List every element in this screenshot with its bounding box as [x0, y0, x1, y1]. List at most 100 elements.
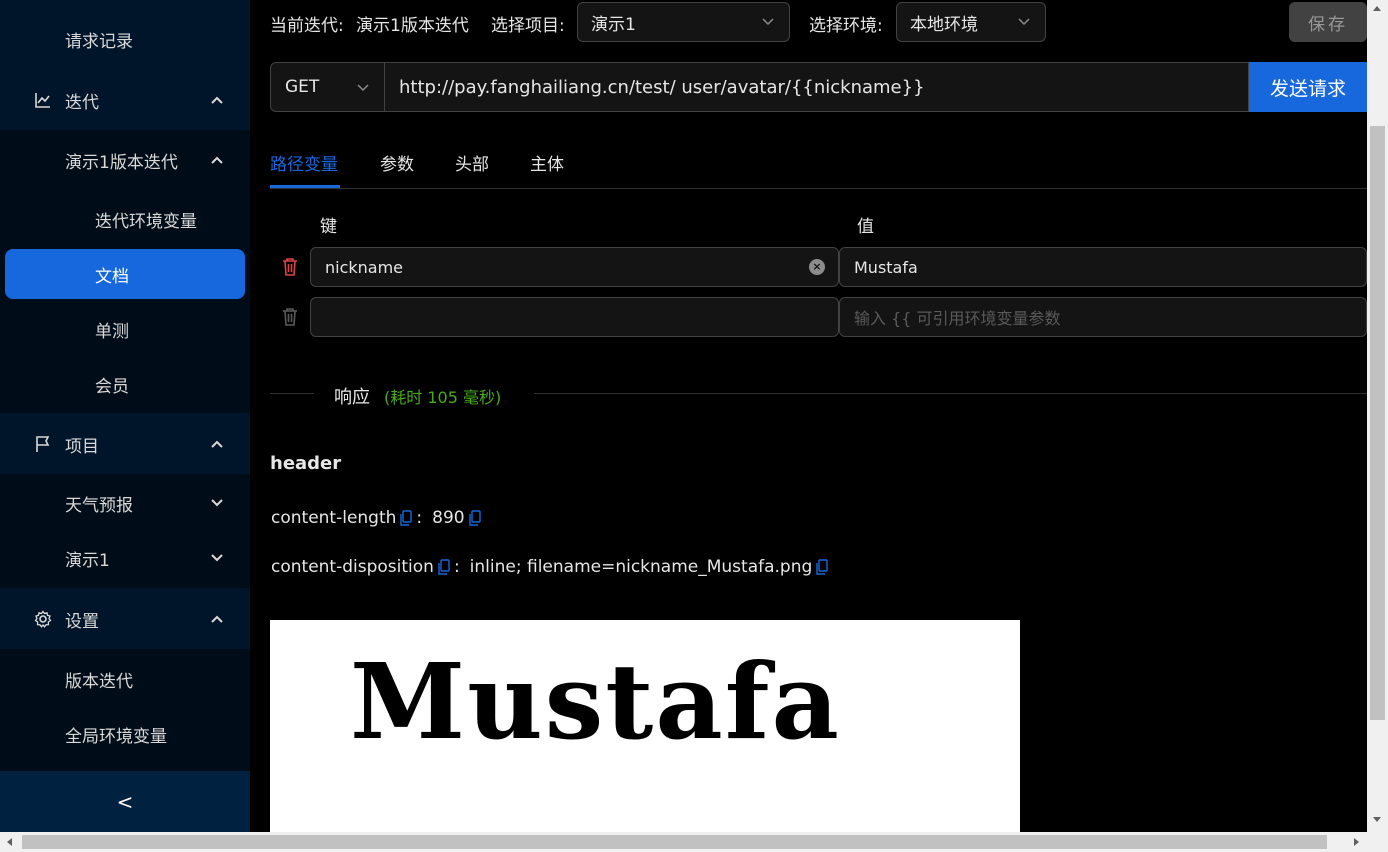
- preview-image-text: Mustafa: [350, 640, 841, 763]
- sidebar-group-iteration[interactable]: 迭代: [0, 70, 250, 130]
- scroll-right-arrow-icon[interactable]: [1353, 837, 1361, 847]
- tab-headers[interactable]: 头部: [455, 150, 489, 175]
- response-image-preview: Mustafa: [270, 620, 1020, 832]
- env-select-value: 本地环境: [910, 14, 978, 35]
- save-button[interactable]: 保存: [1289, 2, 1367, 42]
- copy-icon[interactable]: [400, 510, 413, 526]
- url-value: http://pay.fanghailiang.cn/test/ user/av…: [399, 76, 925, 98]
- method-value: GET: [285, 77, 320, 97]
- main-panel: 当前迭代: 演示1版本迭代 选择项目: 演示1 选择环境: 本地环境 保存 GE…: [250, 0, 1367, 832]
- collapse-chevron-icon: <: [116, 789, 134, 814]
- chevron-up-icon: [211, 156, 223, 164]
- copy-icon[interactable]: [438, 559, 450, 575]
- clear-icon[interactable]: ×: [809, 259, 825, 275]
- scroll-down-arrow-icon[interactable]: [1372, 816, 1382, 824]
- sidebar-item-label: 演示1: [65, 550, 110, 571]
- tab-body[interactable]: 主体: [530, 150, 564, 175]
- header-colon: :: [453, 557, 460, 577]
- gear-icon: [34, 610, 52, 628]
- header-value: 890: [432, 508, 465, 528]
- delete-icon[interactable]: [281, 257, 299, 277]
- path-var-value-input-empty[interactable]: 输入 {{ 可引用环境变量参数: [839, 297, 1367, 337]
- response-header-row: content-disposition : inline; filename=n…: [271, 557, 832, 577]
- project-select-value: 演示1: [591, 14, 636, 35]
- value-column-header: 值: [857, 217, 874, 237]
- path-var-key-value: nickname: [325, 257, 404, 277]
- sidebar-item-label: 天气预报: [65, 495, 133, 516]
- response-header-row: content-length : 890: [271, 508, 485, 528]
- sidebar-group-project[interactable]: 项目: [0, 414, 250, 474]
- sidebar-item-demo1[interactable]: 演示1: [0, 533, 250, 583]
- vertical-scrollbar[interactable]: [1367, 0, 1388, 832]
- request-tabs: 路径变量 参数 头部 主体: [270, 140, 1367, 189]
- path-var-value-input[interactable]: Mustafa: [839, 247, 1367, 287]
- response-title: 响应: [334, 387, 370, 408]
- key-column-header: 键: [320, 217, 337, 237]
- send-request-button[interactable]: 发送请求: [1249, 62, 1367, 112]
- method-select[interactable]: GET: [270, 62, 385, 112]
- sidebar-item-docs-label-row: 文档: [0, 249, 250, 299]
- sidebar-item-weather[interactable]: 天气预报: [0, 478, 250, 528]
- copy-icon[interactable]: [816, 559, 828, 575]
- env-select[interactable]: 本地环境: [896, 2, 1046, 42]
- url-input[interactable]: http://pay.fanghailiang.cn/test/ user/av…: [385, 62, 1249, 112]
- sidebar: 请求记录 迭代 演示1版本迭代 迭代环境变量 单测 会员 文档 项目 天气预报 …: [0, 0, 250, 832]
- sidebar-collapse-button[interactable]: <: [0, 771, 250, 832]
- scroll-up-arrow-icon[interactable]: [1372, 4, 1382, 12]
- divider: [270, 393, 314, 394]
- sidebar-item-member[interactable]: 会员: [0, 359, 250, 409]
- path-var-key-input[interactable]: nickname ×: [310, 247, 839, 287]
- sidebar-item-label: 文档: [95, 266, 129, 287]
- path-var-key-input-empty[interactable]: [310, 297, 839, 337]
- path-var-value-placeholder: 输入 {{ 可引用环境变量参数: [854, 309, 1061, 328]
- header-value: inline; filename=nickname_Mustafa.png: [469, 557, 813, 577]
- sidebar-group-settings[interactable]: 设置: [0, 589, 250, 649]
- sidebar-item-label: 请求记录: [65, 31, 133, 52]
- sidebar-item-label: 单测: [95, 321, 129, 342]
- sidebar-item-label: 全局环境变量: [65, 726, 167, 747]
- line-chart-icon: [35, 93, 50, 108]
- header-colon: :: [416, 508, 423, 528]
- header-name: content-length: [271, 508, 397, 528]
- project-select[interactable]: 演示1: [577, 2, 790, 42]
- chevron-up-icon: [211, 615, 223, 623]
- flag-icon: [36, 436, 50, 452]
- header-name: content-disposition: [271, 557, 434, 577]
- sidebar-item-label: 会员: [95, 376, 129, 397]
- current-iteration-value: 演示1版本迭代: [356, 16, 469, 36]
- sidebar-item-demo-iteration[interactable]: 演示1版本迭代: [0, 130, 250, 190]
- horizontal-scrollbar[interactable]: [0, 832, 1388, 852]
- tab-path-variables[interactable]: 路径变量: [270, 150, 338, 175]
- copy-icon[interactable]: [468, 510, 481, 526]
- tab-params[interactable]: 参数: [380, 150, 414, 175]
- sidebar-item-label: 迭代环境变量: [95, 211, 197, 232]
- path-var-value-value: Mustafa: [854, 257, 918, 277]
- sidebar-item-label: 演示1版本迭代: [65, 152, 178, 173]
- divider: [534, 393, 1367, 394]
- chevron-down-icon: [357, 84, 369, 92]
- sidebar-item-iter-env-vars[interactable]: 迭代环境变量: [0, 194, 250, 244]
- delete-icon[interactable]: [281, 307, 299, 327]
- scroll-left-arrow-icon[interactable]: [5, 837, 13, 847]
- sidebar-group-label: 迭代: [65, 92, 99, 113]
- active-tab-indicator: [270, 185, 340, 188]
- chevron-up-icon: [211, 96, 223, 104]
- sidebar-item-version-iter[interactable]: 版本迭代: [0, 654, 250, 704]
- horizontal-scroll-thumb[interactable]: [22, 835, 1327, 849]
- settings-submenu: 版本迭代 全局环境变量: [0, 649, 250, 771]
- sidebar-group-label: 项目: [65, 436, 99, 457]
- chevron-down-icon: [1018, 18, 1030, 26]
- sidebar-item-request-log[interactable]: 请求记录: [0, 14, 250, 64]
- sidebar-item-label: 版本迭代: [65, 671, 133, 692]
- response-header-title: header: [270, 453, 342, 474]
- chevron-down-icon: [211, 554, 223, 562]
- sidebar-item-unit-test[interactable]: 单测: [0, 304, 250, 354]
- response-time: (耗时 105 毫秒): [384, 388, 502, 407]
- vertical-scroll-thumb[interactable]: [1370, 126, 1385, 720]
- sidebar-item-global-env-vars[interactable]: 全局环境变量: [0, 709, 250, 759]
- project-submenu: 天气预报 演示1: [0, 474, 250, 588]
- sidebar-group-label: 设置: [65, 611, 99, 632]
- chevron-down-icon: [211, 499, 223, 507]
- chevron-up-icon: [211, 440, 223, 448]
- current-iteration-label: 当前迭代:: [270, 16, 344, 36]
